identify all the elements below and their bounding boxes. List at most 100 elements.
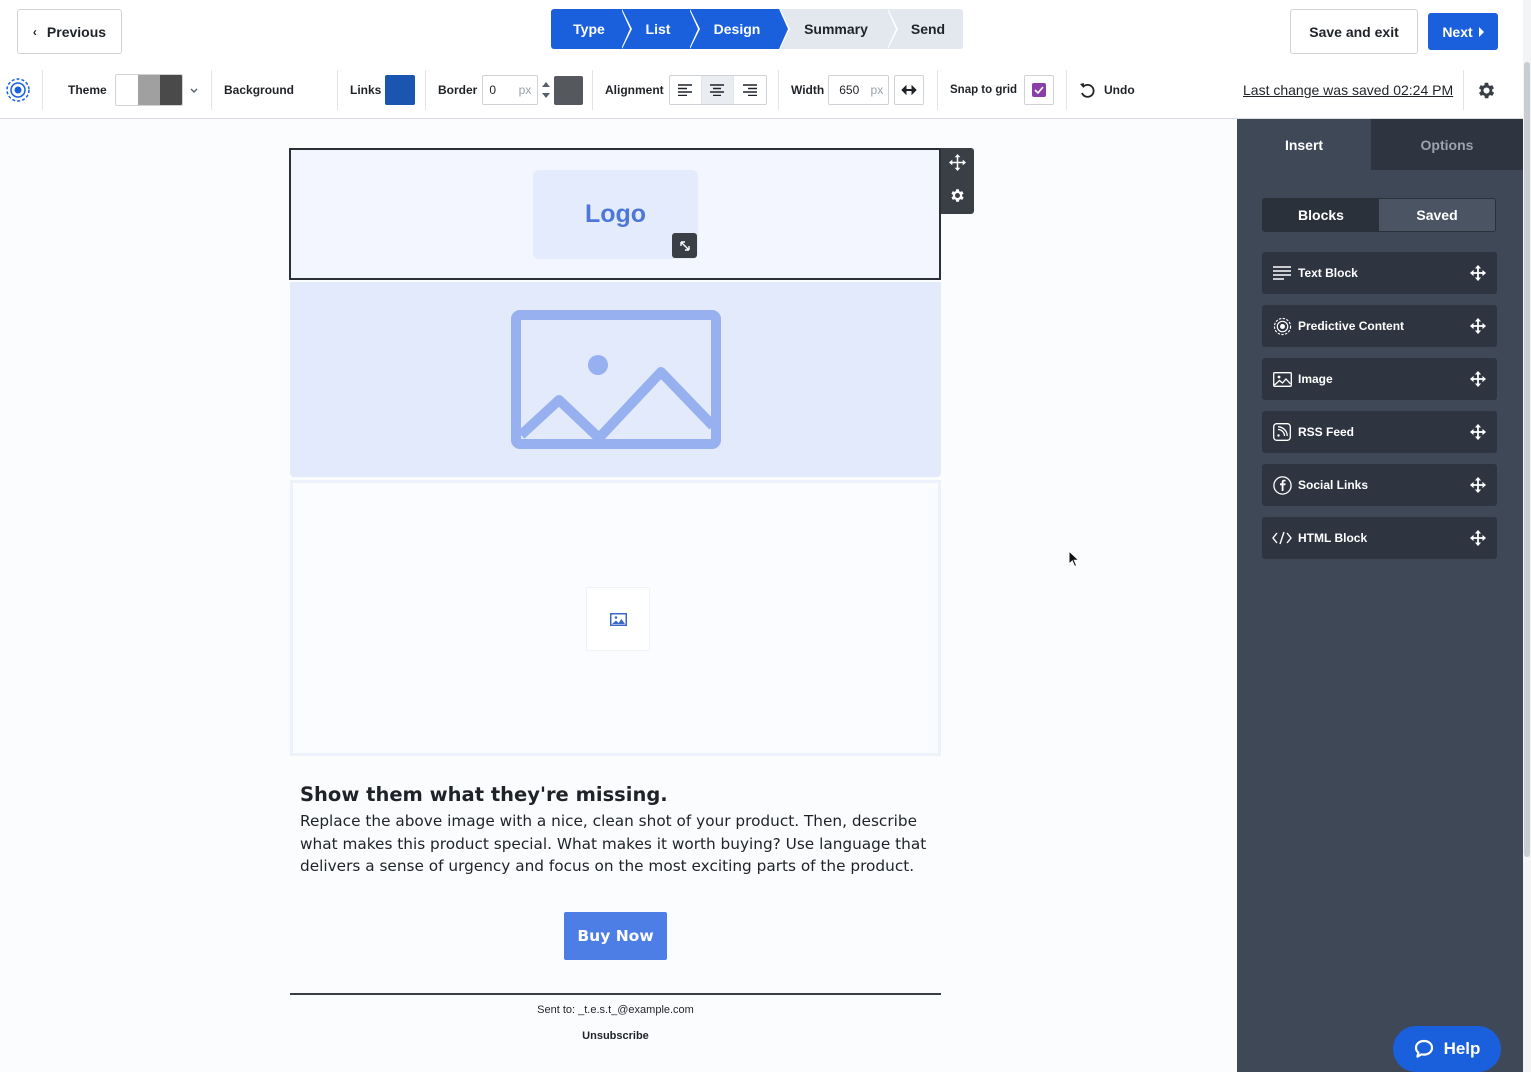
block-item-image[interactable]: Image	[1262, 358, 1497, 400]
block-item-html[interactable]: HTML Block	[1262, 517, 1497, 559]
resize-diagonal-icon	[679, 240, 690, 251]
theme-color-2	[138, 75, 160, 105]
step-design[interactable]: Design	[689, 9, 790, 49]
image-placeholder-icon	[511, 310, 721, 449]
theme-label: Theme	[68, 83, 107, 97]
move-arrows-icon[interactable]	[1469, 476, 1487, 494]
hero-image-block[interactable]	[290, 282, 941, 477]
step-summary[interactable]: Summary	[779, 9, 898, 49]
image-icon	[1272, 369, 1292, 389]
snap-label: Snap to grid	[950, 84, 1018, 96]
tab-insert[interactable]: Insert	[1237, 119, 1371, 170]
email-canvas: Logo Show them what they're missing. Rep…	[0, 119, 1237, 1072]
top-bar: ‹ Previous Type List Design Summary Send…	[0, 0, 1531, 62]
step-type[interactable]: Type	[551, 9, 632, 49]
settings-button[interactable]	[1476, 62, 1497, 118]
theme-color-1	[116, 75, 138, 105]
undo-icon	[1080, 82, 1095, 98]
width-input[interactable]: 650 px	[828, 75, 890, 105]
align-center-icon	[710, 84, 725, 96]
align-center-button[interactable]	[701, 76, 734, 104]
page-scrollbar[interactable]	[1523, 0, 1531, 1072]
unsubscribe-link[interactable]: Unsubscribe	[290, 1030, 941, 1042]
chat-bubble-icon	[1414, 1039, 1433, 1058]
align-left-button[interactable]	[670, 76, 702, 104]
app-logo-icon[interactable]	[5, 62, 31, 118]
image-icon	[609, 612, 627, 626]
product-headline[interactable]: Show them what they're missing.	[300, 783, 930, 806]
save-and-exit-button[interactable]: Save and exit	[1290, 9, 1418, 54]
product-description[interactable]: Replace the above image with a nice, cle…	[300, 810, 930, 878]
undo-label: Undo	[1104, 83, 1135, 97]
background-label: Background	[224, 83, 295, 97]
checkmark-icon	[1032, 83, 1047, 97]
move-arrows-icon[interactable]	[1469, 370, 1487, 388]
theme-swatch[interactable]	[115, 74, 183, 106]
scrollbar-thumb[interactable]	[1524, 62, 1530, 857]
gear-icon[interactable]	[949, 187, 966, 209]
target-icon	[1272, 316, 1292, 336]
help-label: Help	[1443, 1039, 1481, 1058]
links-color-picker[interactable]	[385, 75, 416, 105]
image-thumbnail[interactable]	[586, 587, 650, 651]
sent-to-text: Sent to: _t.e.s.t_@example.com	[537, 1004, 694, 1016]
theme-control: Theme	[68, 62, 107, 118]
caret-down-icon[interactable]	[542, 93, 551, 98]
save-status[interactable]: Last change was saved 02:24 PM	[1243, 62, 1453, 118]
gear-icon	[1478, 82, 1495, 98]
logo-text: Logo	[584, 200, 647, 228]
move-arrows-icon[interactable]	[1469, 529, 1487, 547]
blocks-saved-toggle: Blocks Saved	[1262, 198, 1496, 232]
caret-up-icon[interactable]	[542, 82, 551, 87]
snap-to-grid-checkbox[interactable]	[1024, 75, 1055, 105]
align-right-button[interactable]	[734, 76, 766, 104]
segment-blocks[interactable]: Blocks	[1263, 199, 1379, 231]
block-item-social[interactable]: Social Links	[1262, 464, 1497, 506]
chevron-left-icon: ‹	[32, 24, 37, 39]
border-color-picker[interactable]	[554, 75, 584, 105]
segment-saved[interactable]: Saved	[1379, 199, 1495, 231]
links-label: Links	[350, 83, 382, 97]
move-arrows-icon[interactable]	[1469, 264, 1487, 282]
chevron-down-icon[interactable]	[190, 83, 198, 97]
logo-block[interactable]: Logo	[289, 148, 941, 280]
snap-control: Snap to grid	[950, 62, 1055, 118]
block-item-text[interactable]: Text Block	[1262, 252, 1497, 294]
expand-horizontal-icon	[901, 85, 917, 95]
tab-options[interactable]: Options	[1371, 119, 1523, 170]
block-item-rss[interactable]: RSS Feed	[1262, 411, 1497, 453]
design-toolbar: Theme Background Links Border 0 px Align…	[0, 62, 1523, 119]
insert-panel: Insert Options Blocks Saved Text Block P…	[1237, 119, 1523, 1072]
undo-button[interactable]: Undo	[1079, 62, 1135, 118]
alignment-buttons	[668, 75, 767, 105]
footer-divider	[290, 993, 941, 995]
logo-placeholder[interactable]: Logo	[533, 170, 698, 259]
step-send[interactable]: Send	[887, 9, 963, 49]
theme-picker[interactable]	[115, 62, 198, 118]
buy-now-button[interactable]: Buy Now	[564, 912, 667, 960]
alignment-label: Alignment	[605, 83, 664, 97]
width-control: Width 650 px	[791, 62, 925, 118]
move-arrows-icon[interactable]	[949, 153, 966, 176]
align-right-icon	[742, 84, 757, 96]
last-saved-link[interactable]: Last change was saved 02:24 PM	[1243, 82, 1453, 98]
move-arrows-icon[interactable]	[1469, 317, 1487, 335]
move-arrows-icon[interactable]	[1469, 423, 1487, 441]
align-left-icon	[678, 84, 693, 96]
block-toolbar	[941, 148, 974, 214]
width-label: Width	[791, 83, 825, 97]
full-width-button[interactable]	[894, 75, 925, 105]
next-button[interactable]: Next	[1428, 13, 1498, 50]
resize-handle[interactable]	[672, 233, 697, 258]
mouse-cursor-icon	[1068, 549, 1081, 573]
border-label: Border	[438, 83, 478, 97]
help-button[interactable]: Help	[1393, 1026, 1501, 1072]
previous-button[interactable]: ‹ Previous	[17, 9, 122, 54]
border-stepper[interactable]	[540, 75, 552, 105]
product-image-block[interactable]	[290, 480, 941, 756]
rss-icon	[1272, 422, 1292, 442]
background-control[interactable]: Background	[224, 62, 294, 118]
border-width-input[interactable]: 0 px	[482, 75, 539, 105]
block-item-predictive[interactable]: Predictive Content	[1262, 305, 1497, 347]
theme-color-3	[160, 75, 182, 105]
